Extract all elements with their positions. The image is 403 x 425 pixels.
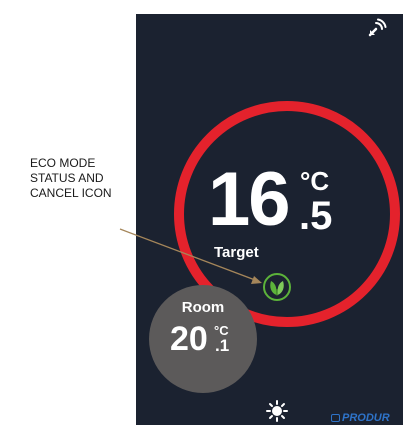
room-temperature-decimal: .1 [215,336,230,355]
target-temperature-value: 16 [208,157,291,242]
target-label: Target [214,244,259,261]
page: ECO MODE STATUS AND CANCEL ICON 16 °C .5… [0,0,403,425]
brand-mark-icon [331,414,340,422]
eco-leaf-icon[interactable] [262,272,292,302]
room-label: Room [181,299,225,316]
remote-signal-icon[interactable] [365,18,387,40]
annotation-line-3: CANCEL ICON [30,186,112,200]
target-temperature-decimal: .5 [299,194,333,238]
brand-logo: PRODUR [331,412,403,425]
brand-name: PRODUR [342,412,390,424]
room-temperature-value: 20 [170,320,208,358]
annotation-line-1: ECO MODE [30,156,96,170]
target-temperature-unit: °C [300,166,330,196]
eco-mode-annotation: ECO MODE STATUS AND CANCEL ICON [30,156,140,201]
annotation-line-2: STATUS AND [30,171,104,185]
brightness-icon[interactable] [266,400,288,422]
